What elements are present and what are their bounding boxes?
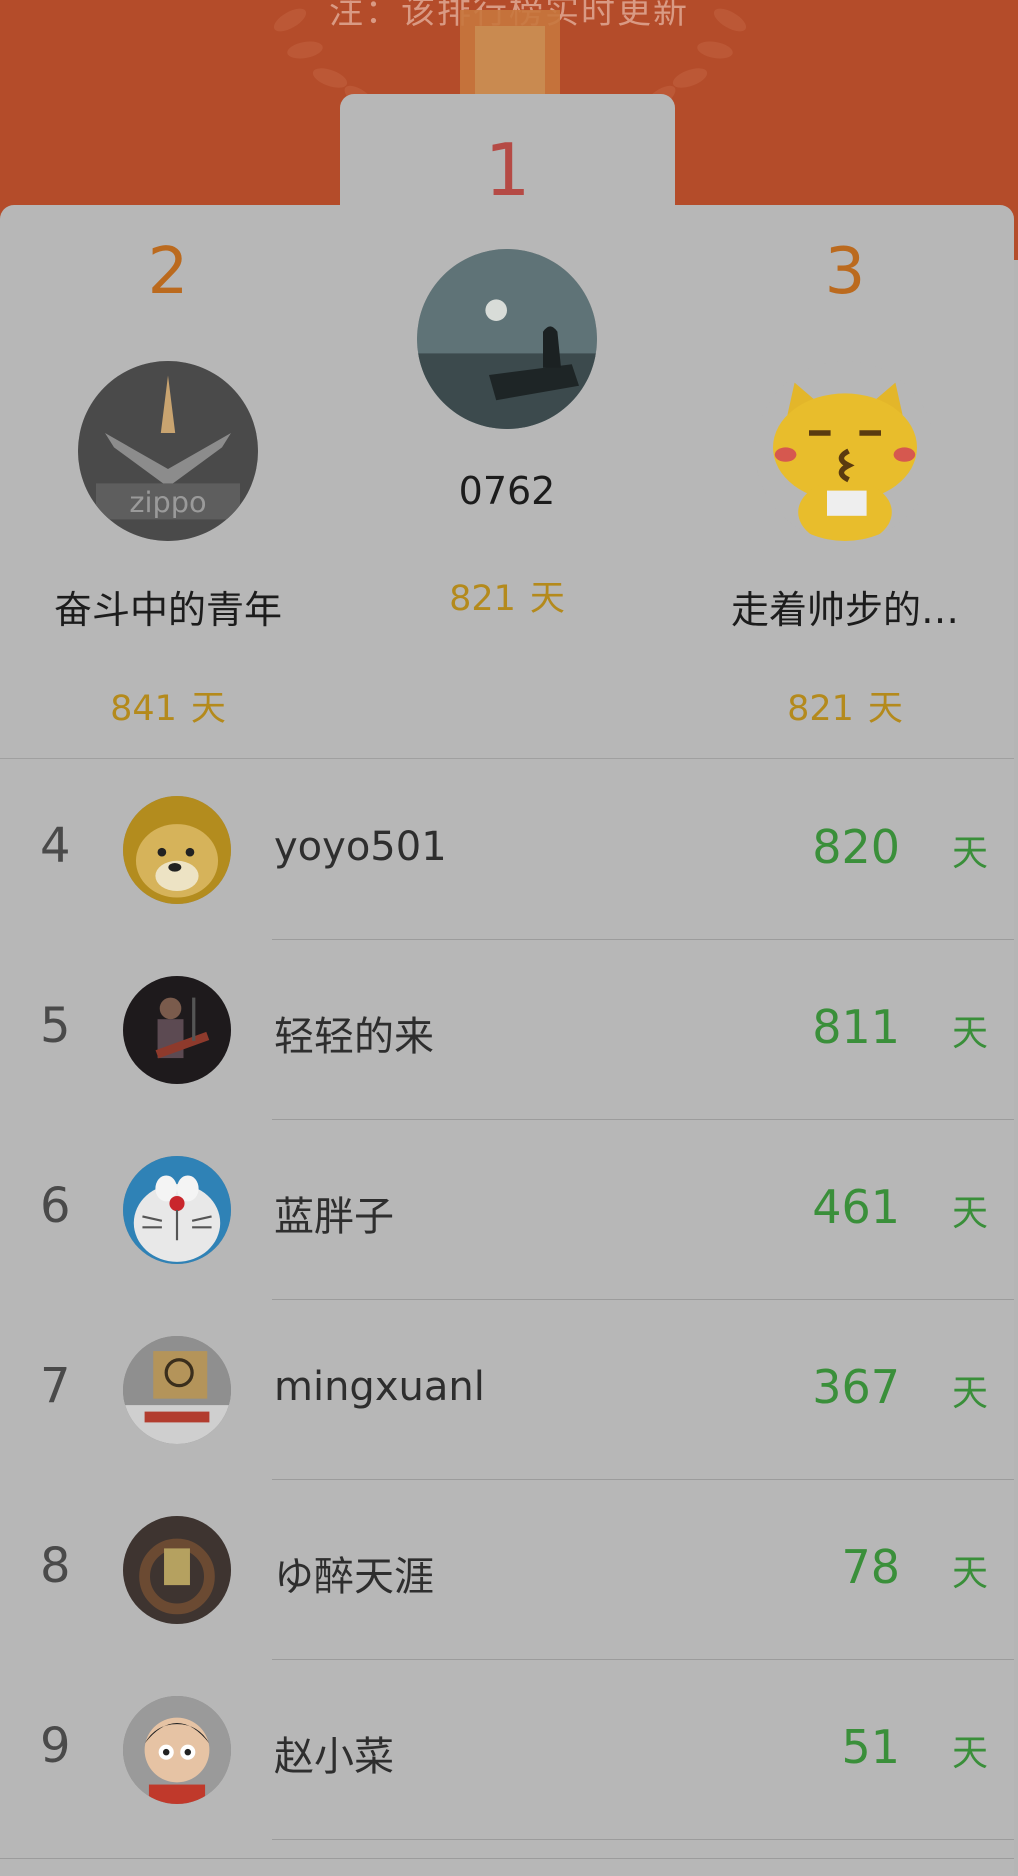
list-item-days: 367 [812, 1360, 900, 1414]
first-place-name: 0762 [458, 469, 556, 513]
list-item-days: 51 [841, 1720, 900, 1774]
list-bottom-divider [0, 1858, 1014, 1859]
podium-divider [0, 758, 1014, 759]
second-place-days-unit: 天 [190, 689, 226, 729]
list-item-unit: 天 [952, 833, 989, 874]
list-item-rank: 9 [40, 1718, 71, 1774]
lighter-box-avatar[interactable] [123, 1336, 231, 1444]
list-item-days: 820 [812, 820, 900, 874]
list-item-rank: 6 [40, 1178, 71, 1234]
list-item-days: 461 [812, 1180, 900, 1234]
list-item-name: 蓝胖子 [274, 1194, 394, 1240]
svg-text:zippo: zippo [129, 485, 206, 519]
list-item-unit: 天 [952, 1553, 989, 1594]
guitarist-avatar[interactable] [123, 976, 231, 1084]
list-item-name: 赵小菜 [274, 1734, 394, 1780]
cartoon-boy-avatar[interactable] [123, 1696, 231, 1804]
list-item-name: mingxuanl [274, 1364, 485, 1410]
list-item[interactable]: 6 蓝胖子 461 天 [0, 1120, 1014, 1300]
list-item-unit: 天 [952, 1733, 989, 1774]
list-item[interactable]: 5 轻轻的来 811 天 [0, 940, 1014, 1120]
silhouette-at-lake-avatar[interactable] [417, 249, 597, 429]
second-place-days: 841 天 [18, 680, 318, 731]
list-item-unit: 天 [952, 1193, 989, 1234]
second-place-name: 奋斗中的青年 [53, 588, 282, 632]
first-place-days-unit: 天 [529, 579, 565, 619]
gold-lighter-avatar[interactable] [123, 1516, 231, 1624]
list-item-rank: 8 [40, 1538, 71, 1594]
list-item[interactable]: 4 yoyo501 820 天 [0, 760, 1014, 940]
second-place-days-value: 841 [110, 689, 177, 729]
third-place-rank: 3 [824, 235, 866, 309]
first-place-days-value: 821 [449, 579, 516, 619]
third-place-name: 走着帅步的… [730, 588, 959, 632]
list-item-days: 811 [812, 1000, 900, 1054]
list-item-days: 78 [841, 1540, 900, 1594]
list-item-rank: 7 [40, 1358, 71, 1414]
list-item-name: yoyo501 [274, 824, 447, 870]
list-item[interactable]: 7 mingxuanl 367 天 [0, 1300, 1014, 1480]
list-item-rank: 5 [40, 998, 71, 1054]
zippo-lighter-avatar[interactable]: zippo [78, 361, 258, 541]
list-item[interactable]: 8 ゆ醉天涯 78 天 [0, 1480, 1014, 1660]
list-item-rank: 4 [40, 818, 71, 874]
list-item-name: 轻轻的来 [274, 1014, 434, 1060]
doraemon-avatar[interactable] [123, 1156, 231, 1264]
doge-avatar[interactable] [123, 796, 231, 904]
second-place-rank: 2 [147, 235, 189, 309]
list-item-unit: 天 [952, 1373, 989, 1414]
first-place-days: 821 天 [357, 570, 657, 621]
third-place-days: 821 天 [695, 680, 995, 731]
list-item-name: ゆ醉天涯 [274, 1554, 434, 1600]
third-place-days-unit: 天 [867, 689, 903, 729]
first-place-rank: 1 [484, 128, 531, 212]
row-divider [272, 1839, 1014, 1840]
list-item-unit: 天 [952, 1013, 989, 1054]
third-place-days-value: 821 [787, 689, 854, 729]
list-item[interactable]: 9 赵小菜 51 天 [0, 1660, 1014, 1840]
yellow-cat-cartoon-avatar[interactable] [755, 361, 935, 541]
